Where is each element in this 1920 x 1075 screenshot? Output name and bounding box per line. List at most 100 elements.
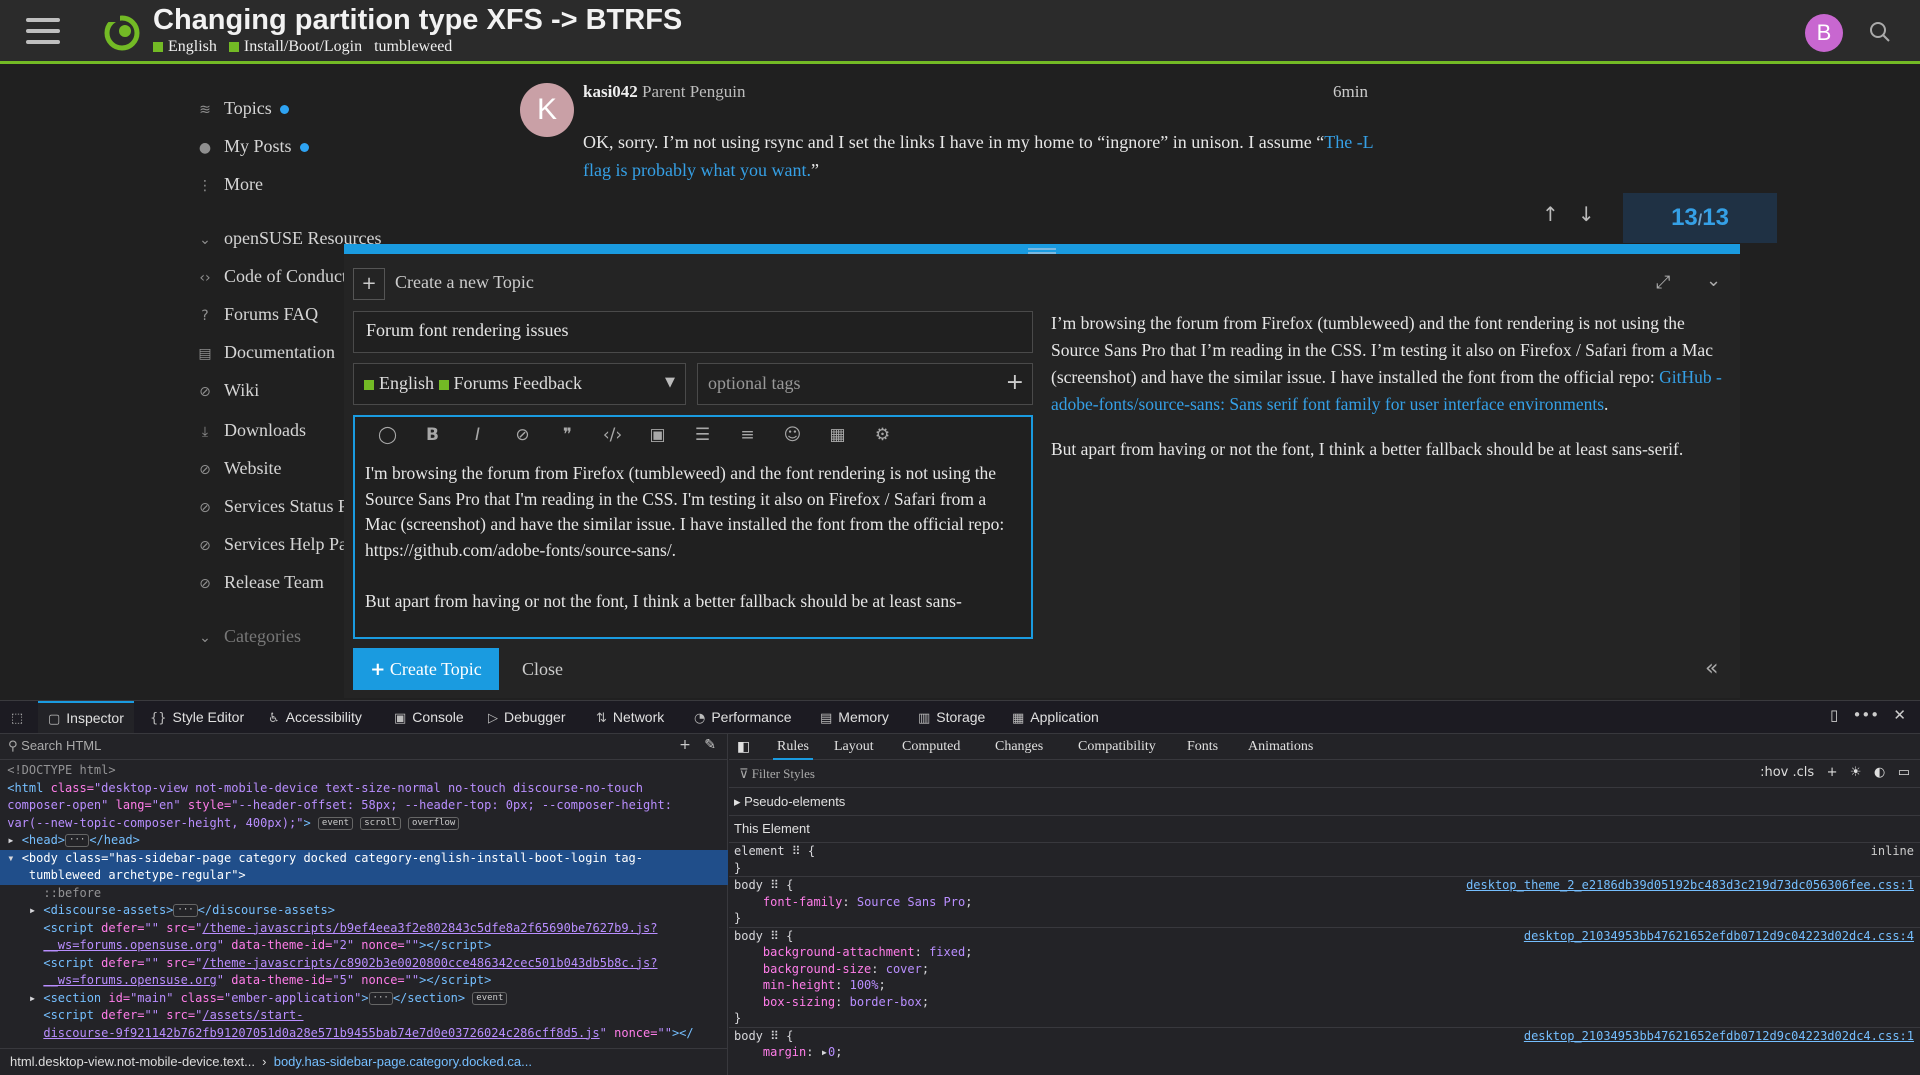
tab-application[interactable]: ▦ Application <box>1012 701 1099 733</box>
markup-line[interactable]: <script defer="" src="/theme-javascripts… <box>0 955 728 973</box>
tab-changes[interactable]: Changes <box>995 734 1043 760</box>
post-username[interactable]: kasi042 <box>583 82 638 101</box>
image-icon[interactable]: ▣ <box>635 425 680 445</box>
dark-mode-icon[interactable]: ◐ <box>1874 765 1885 780</box>
search-html-input[interactable]: ⚲ Search HTML + ✎ <box>0 734 728 760</box>
tab-accessibility[interactable]: ♿ Accessibility <box>268 701 362 733</box>
stylesheet-link[interactable]: desktop_21034953bb47621652efdb0712d9c042… <box>1524 928 1914 945</box>
topic-title-input[interactable]: Forum font rendering issues <box>353 311 1033 353</box>
collapse-preview-icon[interactable]: « <box>1705 656 1718 681</box>
search-icon[interactable] <box>1868 20 1894 46</box>
sidebar-item-my-posts[interactable]: ● My Posts <box>196 136 309 157</box>
breadcrumb-install-boot-login[interactable]: Install/Boot/Login <box>244 38 362 55</box>
topic-title[interactable]: Changing partition type XFS -> BTRFS <box>153 4 682 37</box>
close-composer-button[interactable]: Close <box>522 648 563 690</box>
post-time[interactable]: 6min <box>1333 82 1368 102</box>
numbered-list-icon[interactable]: ≡ <box>725 425 770 445</box>
breadcrumb-tag[interactable]: tumbleweed <box>374 38 452 55</box>
user-avatar[interactable]: B <box>1805 14 1843 52</box>
tab-computed[interactable]: Computed <box>902 734 960 760</box>
sidebar-item-code-of-conduct[interactable]: ‹› Code of Conduct <box>196 266 347 287</box>
tab-animations[interactable]: Animations <box>1248 734 1313 760</box>
css-declaration[interactable]: box-sizing: border-box; <box>729 994 1920 1011</box>
close-icon[interactable]: ✕ <box>1893 706 1906 724</box>
tab-inspector[interactable]: ▢ Inspector <box>38 701 134 733</box>
pseudo-class-toggle[interactable]: :hov .cls <box>1760 765 1814 780</box>
markup-line[interactable]: __ws=forums.opensuse.org" data-theme-id=… <box>0 972 728 990</box>
tab-fonts[interactable]: Fonts <box>1187 734 1218 760</box>
tab-rules[interactable]: Rules <box>773 734 813 760</box>
calendar-icon[interactable]: ▦ <box>815 425 860 445</box>
tags-input[interactable]: optional tags + <box>697 363 1033 405</box>
quote-bubble-icon[interactable]: ◯ <box>365 425 410 445</box>
eyedropper-icon[interactable]: ✎ <box>704 737 716 753</box>
tab-layout[interactable]: Layout <box>834 734 874 760</box>
print-media-icon[interactable]: ▭ <box>1898 765 1910 780</box>
sidebar-item-documentation[interactable]: ▤ Documentation <box>196 342 335 363</box>
breadcrumb-english[interactable]: English <box>168 38 217 55</box>
tab-debugger[interactable]: ▷ Debugger <box>488 701 566 733</box>
post-avatar[interactable]: K <box>520 83 574 137</box>
link-icon[interactable]: ⊘ <box>500 425 545 445</box>
bullet-list-icon[interactable]: ☰ <box>680 425 725 445</box>
markup-line[interactable]: <!DOCTYPE html> <box>0 762 728 780</box>
markup-line[interactable]: ▸ <head> ··· </head> <box>0 832 728 850</box>
create-topic-button[interactable]: + Create Topic <box>353 648 499 690</box>
add-rule-icon[interactable]: + <box>1827 765 1838 780</box>
italic-icon[interactable]: I <box>455 425 500 445</box>
gear-icon[interactable]: ⚙ <box>860 425 905 445</box>
markup-line[interactable]: <script defer="" src="/theme-javascripts… <box>0 920 728 938</box>
markup-line[interactable]: ::before <box>0 885 728 903</box>
tab-storage[interactable]: ▥ Storage <box>918 701 985 733</box>
pseudo-elements-toggle[interactable]: ▸ Pseudo-elements <box>729 789 1920 815</box>
sidebar-item-more[interactable]: ⋮ More <box>196 174 263 195</box>
light-mode-icon[interactable]: ☀ <box>1850 765 1862 780</box>
tab-console[interactable]: ▣ Console <box>394 701 464 733</box>
element-picker-icon[interactable]: ⬚ <box>8 701 32 733</box>
sidebar-item-wiki[interactable]: ⊘ Wiki <box>196 380 259 401</box>
sidebar-item-forums-faq[interactable]: ? Forums FAQ <box>196 304 318 325</box>
sidebar-section-categories[interactable]: ⌄ Categories <box>196 626 301 647</box>
rule-selector[interactable]: body ⠿ {desktop_21034953bb47621652efdb07… <box>729 926 1920 945</box>
markup-line[interactable]: <script defer="" src="/assets/start- <box>0 1007 728 1025</box>
more-options-icon[interactable]: ••• <box>1853 706 1880 724</box>
tab-memory[interactable]: ▤ Memory <box>820 701 889 733</box>
markup-line[interactable]: var(--new-topic-composer-height, 400px);… <box>0 815 728 833</box>
css-declaration[interactable]: min-height: 100%; <box>729 977 1920 994</box>
arrow-up-icon[interactable]: ↑ <box>1542 202 1559 226</box>
css-declaration[interactable]: font-family: Source Sans Pro; <box>729 894 1920 911</box>
add-node-icon[interactable]: + <box>679 737 691 753</box>
hamburger-menu-icon[interactable] <box>26 18 60 46</box>
composer-action[interactable]: + Create a new Topic <box>353 268 534 300</box>
markup-line[interactable]: <html class="desktop-view not-mobile-dev… <box>0 780 728 798</box>
stylesheet-link[interactable]: desktop_21034953bb47621652efdb0712d9c042… <box>1524 1028 1914 1045</box>
breadcrumb-body[interactable]: body.has-sidebar-page.category.docked.ca… <box>274 1054 532 1069</box>
css-declaration[interactable]: background-attachment: fixed; <box>729 944 1920 961</box>
css-declaration[interactable]: margin: ▸0; <box>729 1044 1920 1061</box>
css-declaration[interactable]: background-size: cover; <box>729 961 1920 978</box>
blockquote-icon[interactable]: ❞ <box>545 425 590 445</box>
sidebar-item-downloads[interactable]: ⤓ Downloads <box>196 420 306 441</box>
fullscreen-icon[interactable]: ⤢ <box>1656 272 1670 293</box>
markup-line[interactable]: ▸ <discourse-assets> ··· </discourse-asset… <box>0 902 728 920</box>
rule-selector[interactable]: element ⠿ {inline <box>729 842 1920 860</box>
sidebar-item-services-help[interactable]: ⊘ Services Help Page <box>196 534 364 555</box>
opensuse-logo-icon[interactable] <box>102 12 142 52</box>
tab-network[interactable]: ⇅ Network <box>596 701 664 733</box>
markup-line[interactable]: ▸ <section id="main" class="ember-applic… <box>0 990 728 1008</box>
markup-line-selected[interactable]: tumbleweed archetype-regular"> <box>0 867 728 885</box>
markup-line[interactable]: composer-open" lang="en" style="--header… <box>0 797 728 815</box>
category-select[interactable]: English Forums Feedback ▼ <box>353 363 686 405</box>
tab-performance[interactable]: ◔ Performance <box>694 701 792 733</box>
minimize-composer-icon[interactable]: ⌄ <box>1706 270 1721 291</box>
bold-icon[interactable]: B <box>410 425 455 445</box>
sidebar-item-website[interactable]: ⊘ Website <box>196 458 281 479</box>
stylesheet-link[interactable]: desktop_theme_2_e2186db39d05192bc483d3c2… <box>1466 877 1914 894</box>
composer-editor[interactable]: ◯ B I ⊘ ❞ ‹/› ▣ ☰ ≡ ☺ ▦ ⚙ I'm browsing the forum fr… <box>353 415 1033 639</box>
sidebar-item-release-team[interactable]: ⊘ Release Team <box>196 572 324 593</box>
arrow-down-icon[interactable]: ↓ <box>1578 202 1595 226</box>
markup-line-selected[interactable]: ▾ <body class="has-sidebar-page category… <box>0 849 728 867</box>
markup-line[interactable]: discourse-9f921142b762fb91207051d0a28e57… <box>0 1025 728 1043</box>
markup-line[interactable]: __ws=forums.opensuse.org" data-theme-id=… <box>0 937 728 955</box>
sidebar-item-topics[interactable]: ≋ Topics <box>196 98 289 119</box>
